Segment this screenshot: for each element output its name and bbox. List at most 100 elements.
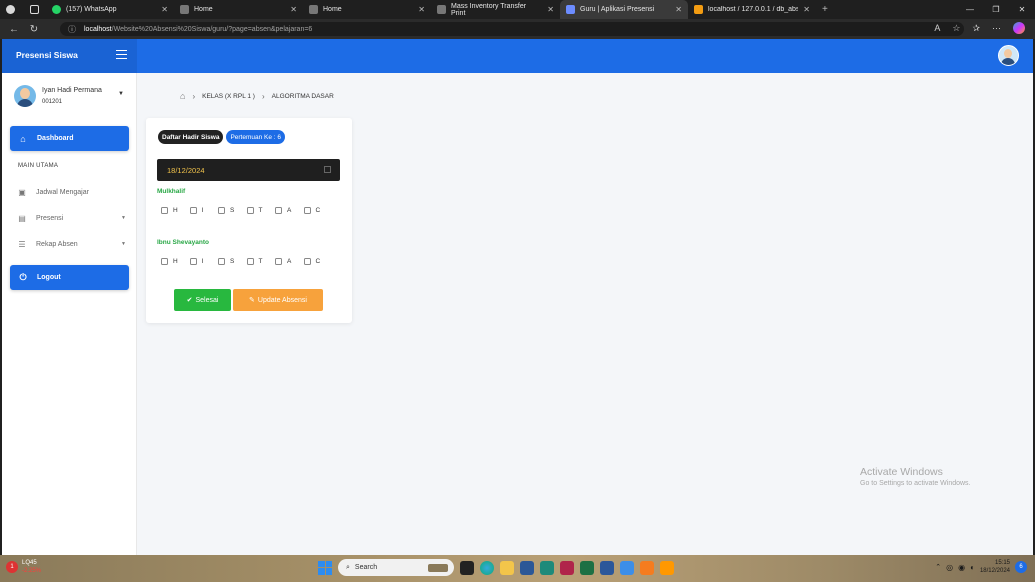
sidebar-item-jadwal-mengajar[interactable]: ▣ Jadwal Mengajar [18, 185, 126, 199]
option-i[interactable]: I [189, 258, 219, 265]
tab-mass-inventory[interactable]: Mass Inventory Transfer Print ✕ [431, 0, 560, 19]
option-a[interactable]: A [275, 207, 304, 214]
close-window-icon[interactable]: ✕ [1009, 5, 1035, 14]
sublime-icon[interactable] [660, 560, 674, 575]
user-panel[interactable]: Iyan Hadi Permana 001201 ▼ [14, 85, 134, 111]
sidebar-item-presensi[interactable]: ▤ Presensi ▼ [18, 211, 126, 225]
student-name: Mulkhalif [157, 188, 186, 195]
close-tab-icon[interactable]: ✕ [547, 5, 554, 14]
sidebar-item-label: Presensi [36, 214, 64, 222]
date-input[interactable]: 18/12/2024 [157, 159, 340, 181]
option-s[interactable]: S [218, 258, 247, 265]
edit-icon: ✎ [249, 297, 255, 304]
brand-title[interactable]: Presensi Siswa [16, 50, 78, 60]
taskbar-search[interactable]: ⌕ Search [338, 559, 454, 576]
stock-name: LQ45 [22, 560, 37, 566]
option-c[interactable]: C [303, 207, 333, 214]
checkbox[interactable] [303, 207, 311, 214]
breadcrumb-kelas[interactable]: KELAS (X RPL 1 ) [202, 93, 255, 100]
chevron-up-icon[interactable]: ⌃ [935, 563, 941, 571]
xampp-icon[interactable] [640, 560, 654, 575]
student-name: Ibnu Shevayanto [157, 239, 210, 246]
back-icon[interactable]: ← [4, 24, 24, 35]
info-icon[interactable]: ⓘ [68, 24, 76, 35]
close-tab-icon[interactable]: ✕ [803, 5, 810, 14]
home-icon[interactable]: ⌂ [180, 91, 185, 101]
windows-start-icon[interactable] [318, 560, 332, 575]
option-h[interactable]: H [161, 258, 190, 265]
close-tab-icon[interactable]: ✕ [161, 5, 168, 14]
option-t[interactable]: T [246, 258, 276, 265]
checkbox[interactable] [189, 207, 197, 214]
close-tab-icon[interactable]: ✕ [675, 5, 682, 14]
notepad-icon[interactable] [620, 560, 634, 575]
update-attendance-button[interactable]: ✎ Update Absensi [233, 289, 323, 311]
favorite-star-icon[interactable]: ☆ [952, 23, 960, 34]
calendar-icon[interactable] [324, 166, 331, 173]
network-icon[interactable]: ◎ [946, 563, 953, 572]
checkbox[interactable] [246, 207, 254, 214]
edge-icon[interactable] [480, 560, 494, 575]
refresh-icon[interactable]: ↻ [24, 24, 44, 35]
task-view-icon[interactable] [460, 560, 474, 575]
tab-home-2[interactable]: Home ✕ [303, 0, 431, 19]
checkbox[interactable] [161, 207, 168, 214]
checkbox[interactable] [189, 258, 197, 265]
word-icon[interactable] [600, 560, 614, 575]
more-icon[interactable]: ⋯ [992, 23, 1001, 34]
hamburger-menu-icon[interactable] [116, 50, 127, 59]
checkbox[interactable] [303, 258, 311, 265]
option-i[interactable]: I [189, 207, 219, 214]
copilot-icon[interactable] [1013, 22, 1025, 34]
option-c[interactable]: C [303, 258, 333, 265]
store-icon[interactable] [520, 560, 534, 575]
restore-icon[interactable]: ❐ [983, 5, 1009, 14]
checkbox[interactable] [218, 207, 225, 214]
clipboard-check-icon: ▣ [18, 187, 26, 197]
wifi-icon[interactable]: ◉ [958, 563, 965, 572]
tab-guru-presensi[interactable]: Guru | Aplikasi Presensi ✕ [560, 0, 688, 19]
tab-whatsapp[interactable]: (157) WhatsApp ✕ [46, 0, 174, 19]
done-button[interactable]: ✔ Selesai [174, 289, 231, 311]
app-red-icon[interactable] [560, 560, 574, 575]
option-s[interactable]: S [218, 207, 247, 214]
checkbox[interactable] [161, 258, 168, 265]
checkbox[interactable] [246, 258, 254, 265]
meeting-badge: Pertemuan Ke : 6 [226, 130, 286, 144]
option-h[interactable]: H [161, 207, 190, 214]
checkbox[interactable] [275, 258, 282, 265]
sidebar-item-label: Rekap Absen [36, 240, 78, 248]
tab-phpmyadmin[interactable]: localhost / 127.0.0.1 / db_absensi ✕ [688, 0, 816, 19]
logout-button[interactable]: ⏻ Logout [10, 265, 129, 290]
minimize-icon[interactable]: — [957, 5, 983, 14]
clock-date: 18/12/2024 [979, 568, 1010, 574]
checkbox[interactable] [275, 207, 282, 214]
close-tab-icon[interactable]: ✕ [418, 5, 425, 14]
excel-icon[interactable] [580, 560, 594, 575]
url-field[interactable]: ⓘ localhost/Website%20Absensi%20Siswa/gu… [60, 22, 964, 36]
user-name: Iyan Hadi Permana [42, 87, 102, 94]
notification-badge[interactable]: 6 [1015, 561, 1027, 573]
checkbox[interactable] [218, 258, 225, 265]
stock-widget[interactable]: 1 LQ45 -2.25% [6, 559, 41, 575]
option-label: I [201, 207, 204, 214]
close-tab-icon[interactable]: ✕ [290, 5, 297, 14]
file-explorer-icon[interactable] [500, 560, 514, 575]
top-avatar[interactable] [998, 45, 1019, 66]
search-highlight-icon [428, 563, 448, 572]
clock[interactable]: 15:15 18/12/2024 [980, 559, 1010, 575]
sidebar-item-rekap-absen[interactable]: ☰ Rekap Absen ▼ [18, 237, 126, 251]
sidebar-item-dashboard[interactable]: ⌂ Dashboard [10, 126, 129, 151]
option-a[interactable]: A [275, 258, 304, 265]
profile-icon[interactable] [0, 0, 24, 19]
app-e-icon[interactable] [540, 560, 554, 575]
new-tab-icon[interactable]: + [816, 0, 836, 19]
tab-actions-icon[interactable] [24, 0, 46, 19]
volume-icon[interactable]: ◐ [970, 563, 975, 572]
tab-home-1[interactable]: Home ✕ [174, 0, 303, 19]
option-t[interactable]: T [246, 207, 276, 214]
caret-down-icon[interactable]: ▼ [118, 91, 124, 97]
read-aloud-icon[interactable]: A [934, 23, 940, 33]
favorites-icon[interactable]: ✰ [972, 23, 980, 34]
window-controls: — ❐ ✕ [957, 0, 1035, 19]
